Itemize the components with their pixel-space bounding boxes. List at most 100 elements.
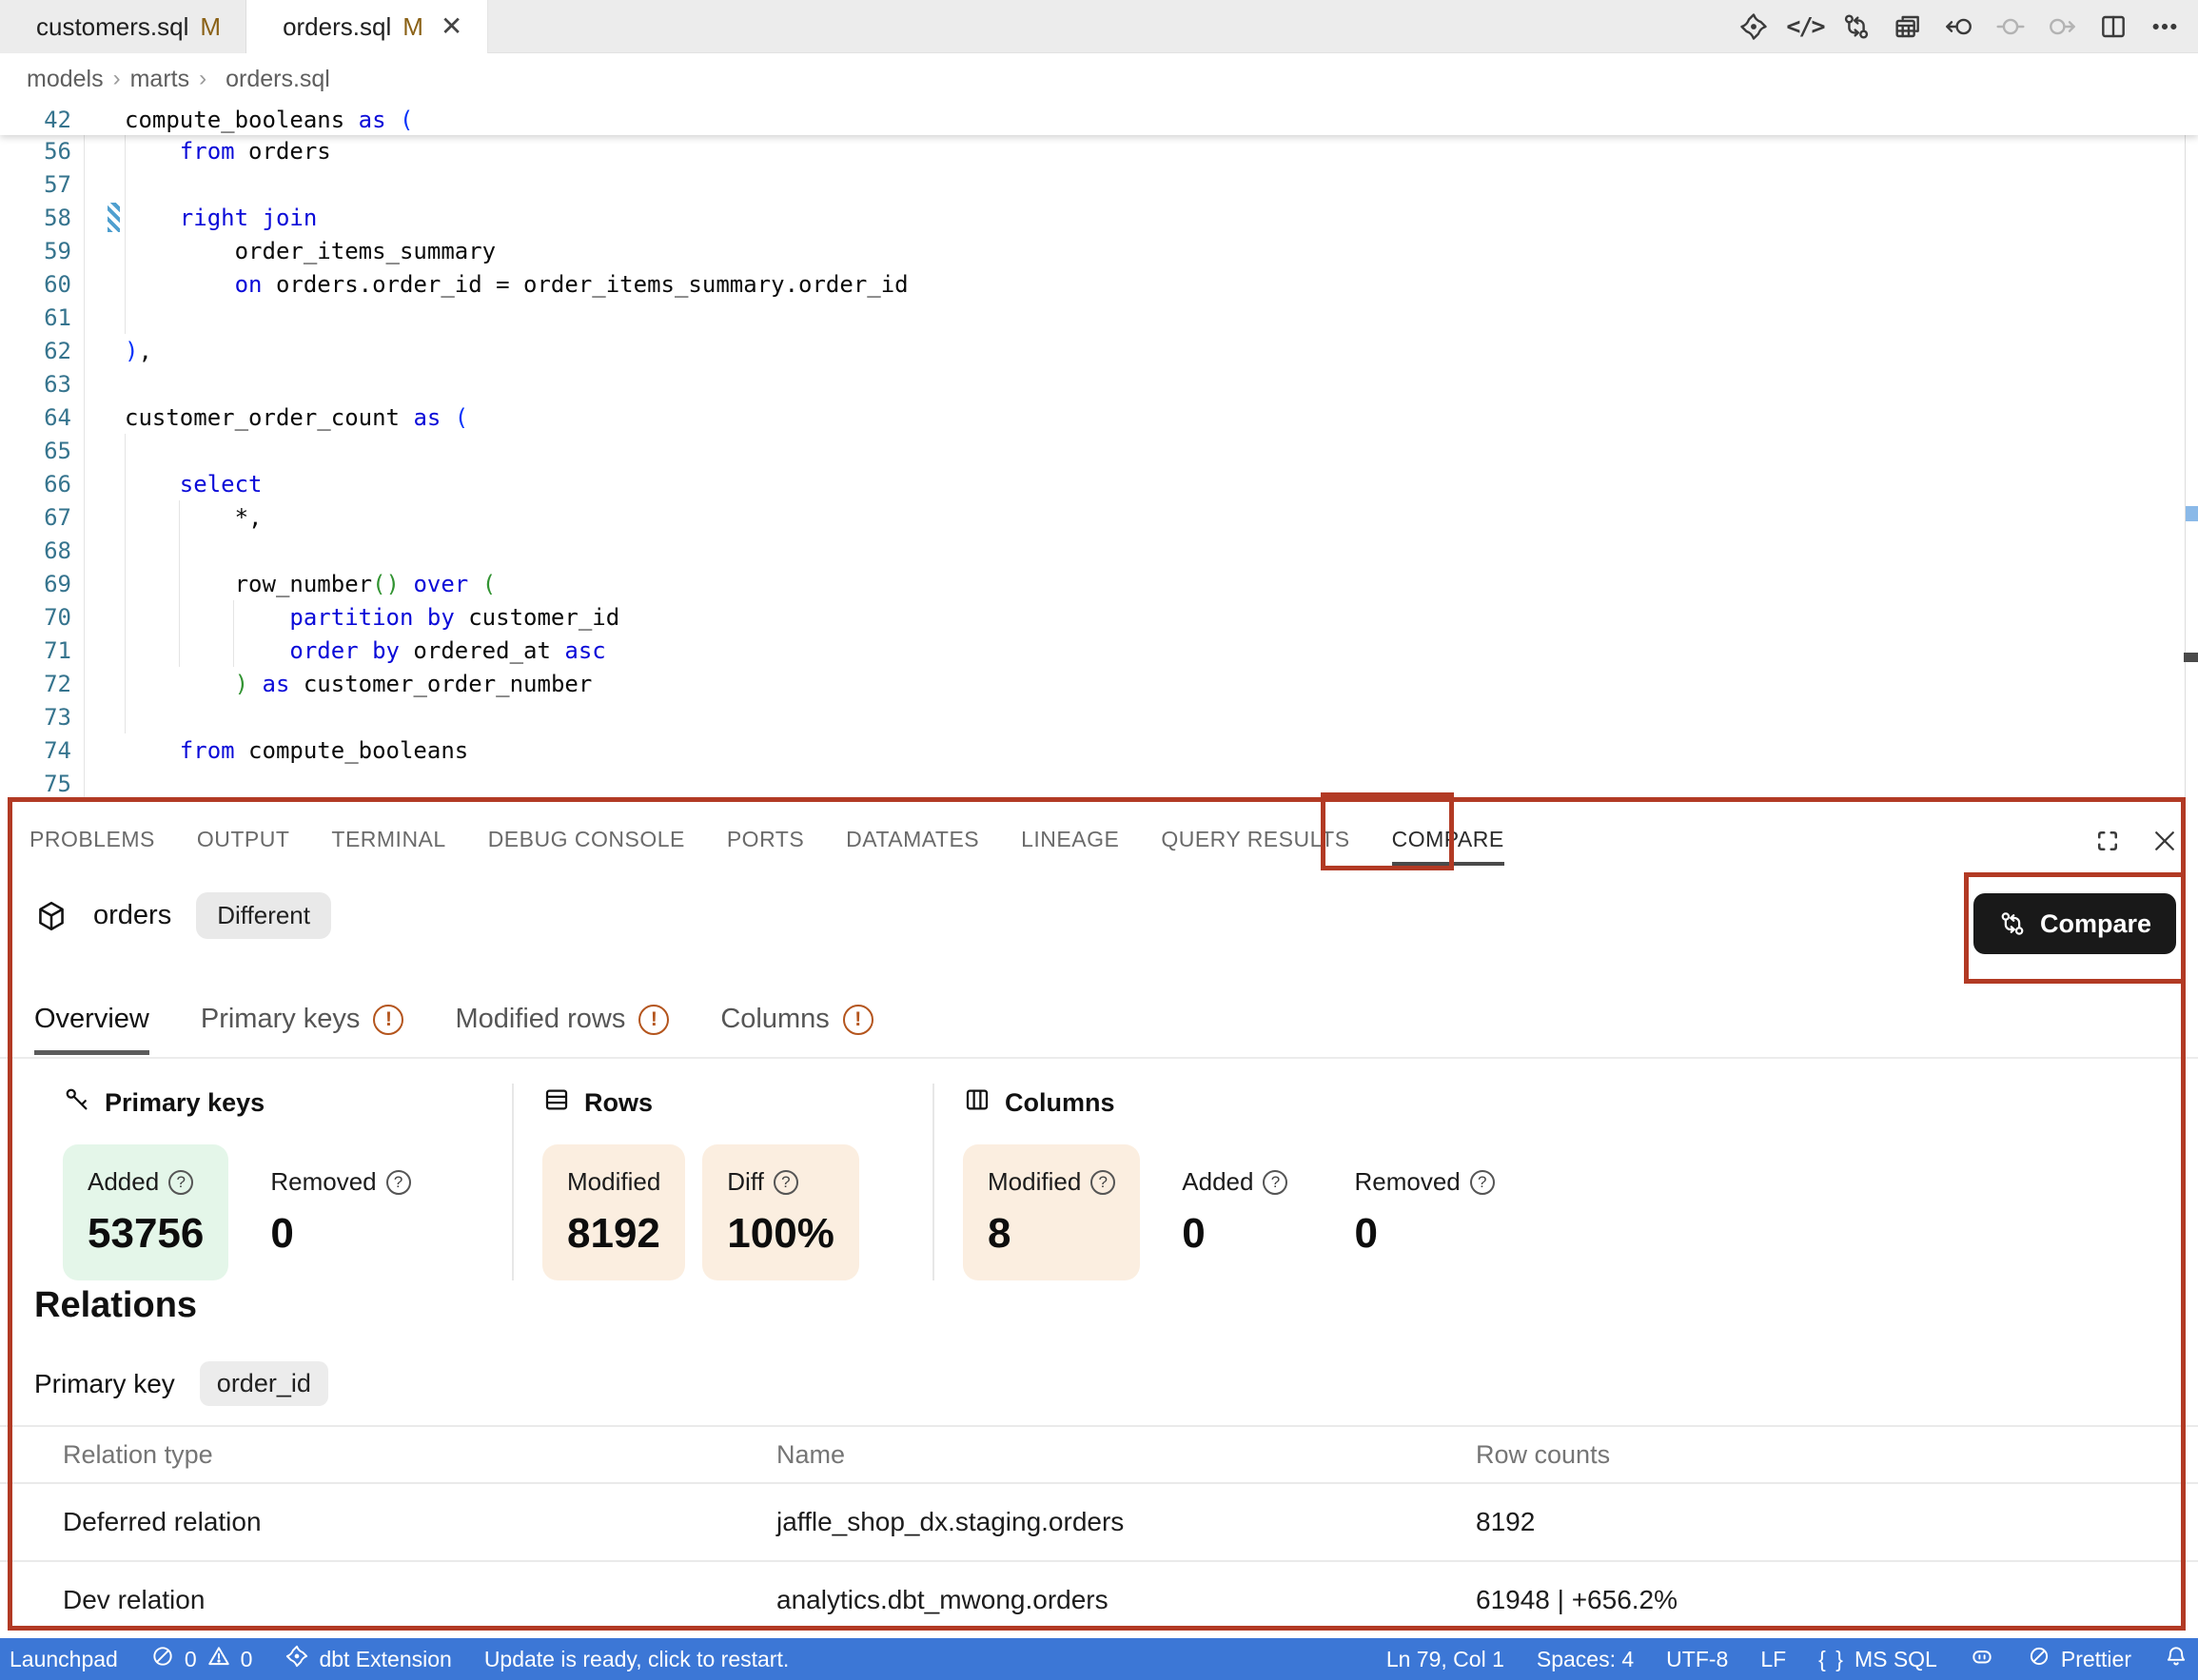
statusbar-encoding[interactable]: UTF-8: [1666, 1647, 1728, 1672]
code-line-66[interactable]: 66 select: [0, 467, 2198, 500]
sticky-scroll-line[interactable]: 42compute_booleans as (: [0, 104, 2198, 135]
line-number: 63: [0, 371, 71, 398]
editor-tab-orders-sql[interactable]: orders.sqlM✕: [246, 0, 488, 53]
statusbar-notifications[interactable]: [2164, 1644, 2188, 1674]
warning-circle-icon: !: [843, 1005, 873, 1035]
table-row[interactable]: Deferred relationjaffle_shop_dx.staging.…: [0, 1482, 2198, 1560]
breadcrumb-item[interactable]: orders.sql: [226, 66, 330, 93]
warning-icon: [206, 1644, 231, 1674]
panel-tab-ports[interactable]: PORTS: [727, 827, 804, 866]
code-line-69[interactable]: 69 row_number() over (: [0, 567, 2198, 600]
code-line-60[interactable]: 60 on orders.order_id = order_items_summ…: [0, 267, 2198, 301]
statusbar-copilot[interactable]: [1970, 1644, 1994, 1674]
code-icon[interactable]: </>: [1789, 10, 1821, 43]
close-panel-icon[interactable]: [2150, 827, 2181, 857]
stat-value: 0: [270, 1210, 410, 1258]
circle-dash-icon[interactable]: [1994, 10, 2027, 43]
git-compare-icon[interactable]: [1840, 10, 1873, 43]
panel-tab-query-results[interactable]: QUERY RESULTS: [1161, 827, 1349, 866]
preview-table-icon[interactable]: [1892, 10, 1924, 43]
line-number: 72: [0, 671, 71, 697]
line-number: 69: [0, 571, 71, 597]
code-line-73[interactable]: 73: [0, 700, 2198, 733]
dbt-icon[interactable]: [1737, 10, 1770, 43]
arrow-left-circle-icon[interactable]: [1943, 10, 1975, 43]
code-line-61[interactable]: 61: [0, 301, 2198, 334]
code-line-75[interactable]: 75: [0, 767, 2198, 800]
help-circle-icon[interactable]: ?: [168, 1170, 193, 1195]
stat-value: 100%: [727, 1210, 834, 1258]
code-line-64[interactable]: 64customer_order_count as (: [0, 400, 2198, 434]
code-line-67[interactable]: 67 *,: [0, 500, 2198, 534]
code-line-65[interactable]: 65: [0, 434, 2198, 467]
tab-label: orders.sql: [283, 12, 391, 42]
code-line-42[interactable]: 42compute_booleans as (: [0, 104, 2198, 136]
code-line-57[interactable]: 57: [0, 167, 2198, 201]
panel-tab-datamates[interactable]: DATAMATES: [846, 827, 979, 866]
panel-tab-debug-console[interactable]: DEBUG CONSOLE: [488, 827, 685, 866]
overview-ruler[interactable]: [2185, 104, 2186, 802]
statusbar-cursor-position[interactable]: Ln 79, Col 1: [1386, 1647, 1504, 1672]
circle-arrow-right-icon[interactable]: [2046, 10, 2078, 43]
table-cell: analytics.dbt_mwong.orders: [748, 1585, 1447, 1615]
compare-subtab-columns[interactable]: Columns!: [720, 1004, 873, 1055]
panel-tab-problems[interactable]: PROBLEMS: [29, 827, 155, 866]
code-line-70[interactable]: 70 partition by customer_id: [0, 600, 2198, 634]
code-line-58[interactable]: 58 right join: [0, 201, 2198, 234]
subtab-label: Primary keys: [201, 1004, 361, 1035]
code-line-74[interactable]: 74 from compute_booleans: [0, 733, 2198, 767]
statusbar-launchpad[interactable]: Launchpad: [10, 1647, 118, 1672]
statusbar-language-mode[interactable]: { }MS SQL: [1818, 1647, 1937, 1672]
maximize-panel-icon[interactable]: [2093, 827, 2124, 857]
code-editor[interactable]: 56 from orders5758 right join59 order_it…: [0, 104, 2198, 802]
gutter-space: [71, 733, 125, 767]
code-line-56[interactable]: 56 from orders: [0, 134, 2198, 167]
code-line-71[interactable]: 71 order by ordered_at asc: [0, 634, 2198, 667]
close-tab-icon[interactable]: ✕: [441, 13, 462, 40]
line-number: 68: [0, 537, 71, 564]
statusbar-update-restart[interactable]: Update is ready, click to restart.: [484, 1647, 789, 1672]
more-actions-icon[interactable]: [2149, 10, 2181, 43]
statusbar-label: dbt Extension: [319, 1647, 451, 1672]
help-circle-icon[interactable]: ?: [1470, 1170, 1495, 1195]
editor-tab-customers-sql[interactable]: customers.sqlM: [0, 0, 246, 53]
code-line-72[interactable]: 72 ) as customer_order_number: [0, 667, 2198, 700]
line-number: 70: [0, 604, 71, 631]
line-number: 59: [0, 238, 71, 264]
statusbar-eol[interactable]: LF: [1760, 1647, 1786, 1672]
line-number: 58: [0, 205, 71, 231]
help-circle-icon[interactable]: ?: [386, 1170, 411, 1195]
panel-tab-output[interactable]: OUTPUT: [197, 827, 290, 866]
statusbar-dbt-extension[interactable]: dbt Extension: [285, 1644, 451, 1674]
statusbar-prettier[interactable]: Prettier: [2027, 1644, 2131, 1674]
table-row[interactable]: Dev relationanalytics.dbt_mwong.orders61…: [0, 1560, 2198, 1638]
breadcrumb-item[interactable]: models: [27, 66, 104, 93]
compare-button[interactable]: Compare: [1973, 893, 2176, 954]
code-line-68[interactable]: 68: [0, 534, 2198, 567]
code-line-62[interactable]: 62),: [0, 334, 2198, 367]
stat-value: 8: [988, 1210, 1115, 1258]
statusbar-problems[interactable]: 00: [150, 1644, 253, 1674]
compare-subtab-primary-keys[interactable]: Primary keys!: [201, 1004, 404, 1055]
split-editor-icon[interactable]: [2097, 10, 2129, 43]
help-circle-icon[interactable]: ?: [1090, 1170, 1115, 1195]
help-circle-icon[interactable]: ?: [774, 1170, 798, 1195]
code-text: order_items_summary: [125, 238, 496, 264]
panel-tab-lineage[interactable]: LINEAGE: [1021, 827, 1119, 866]
panel-actions: [2093, 827, 2181, 857]
compare-subtab-modified-rows[interactable]: Modified rows!: [455, 1004, 669, 1055]
gutter-space: [71, 500, 125, 534]
code-line-63[interactable]: 63: [0, 367, 2198, 400]
help-circle-icon[interactable]: ?: [1263, 1170, 1287, 1195]
key-icon: [63, 1085, 91, 1121]
code-line-59[interactable]: 59 order_items_summary: [0, 234, 2198, 267]
stat-value: 0: [1354, 1210, 1494, 1258]
compare-subtab-overview[interactable]: Overview: [34, 1004, 149, 1055]
gutter-space: [71, 634, 125, 667]
panel-tab-terminal[interactable]: TERMINAL: [331, 827, 445, 866]
breadcrumb-item[interactable]: marts: [130, 66, 190, 93]
statusbar-indentation[interactable]: Spaces: 4: [1537, 1647, 1634, 1672]
panel-tab-compare[interactable]: COMPARE: [1392, 827, 1504, 866]
bottom-panel: PROBLEMS OUTPUT TERMINAL DEBUG CONSOLE PORTS…: [0, 802, 2198, 1638]
primary-key-value-badge: order_id: [200, 1361, 328, 1406]
